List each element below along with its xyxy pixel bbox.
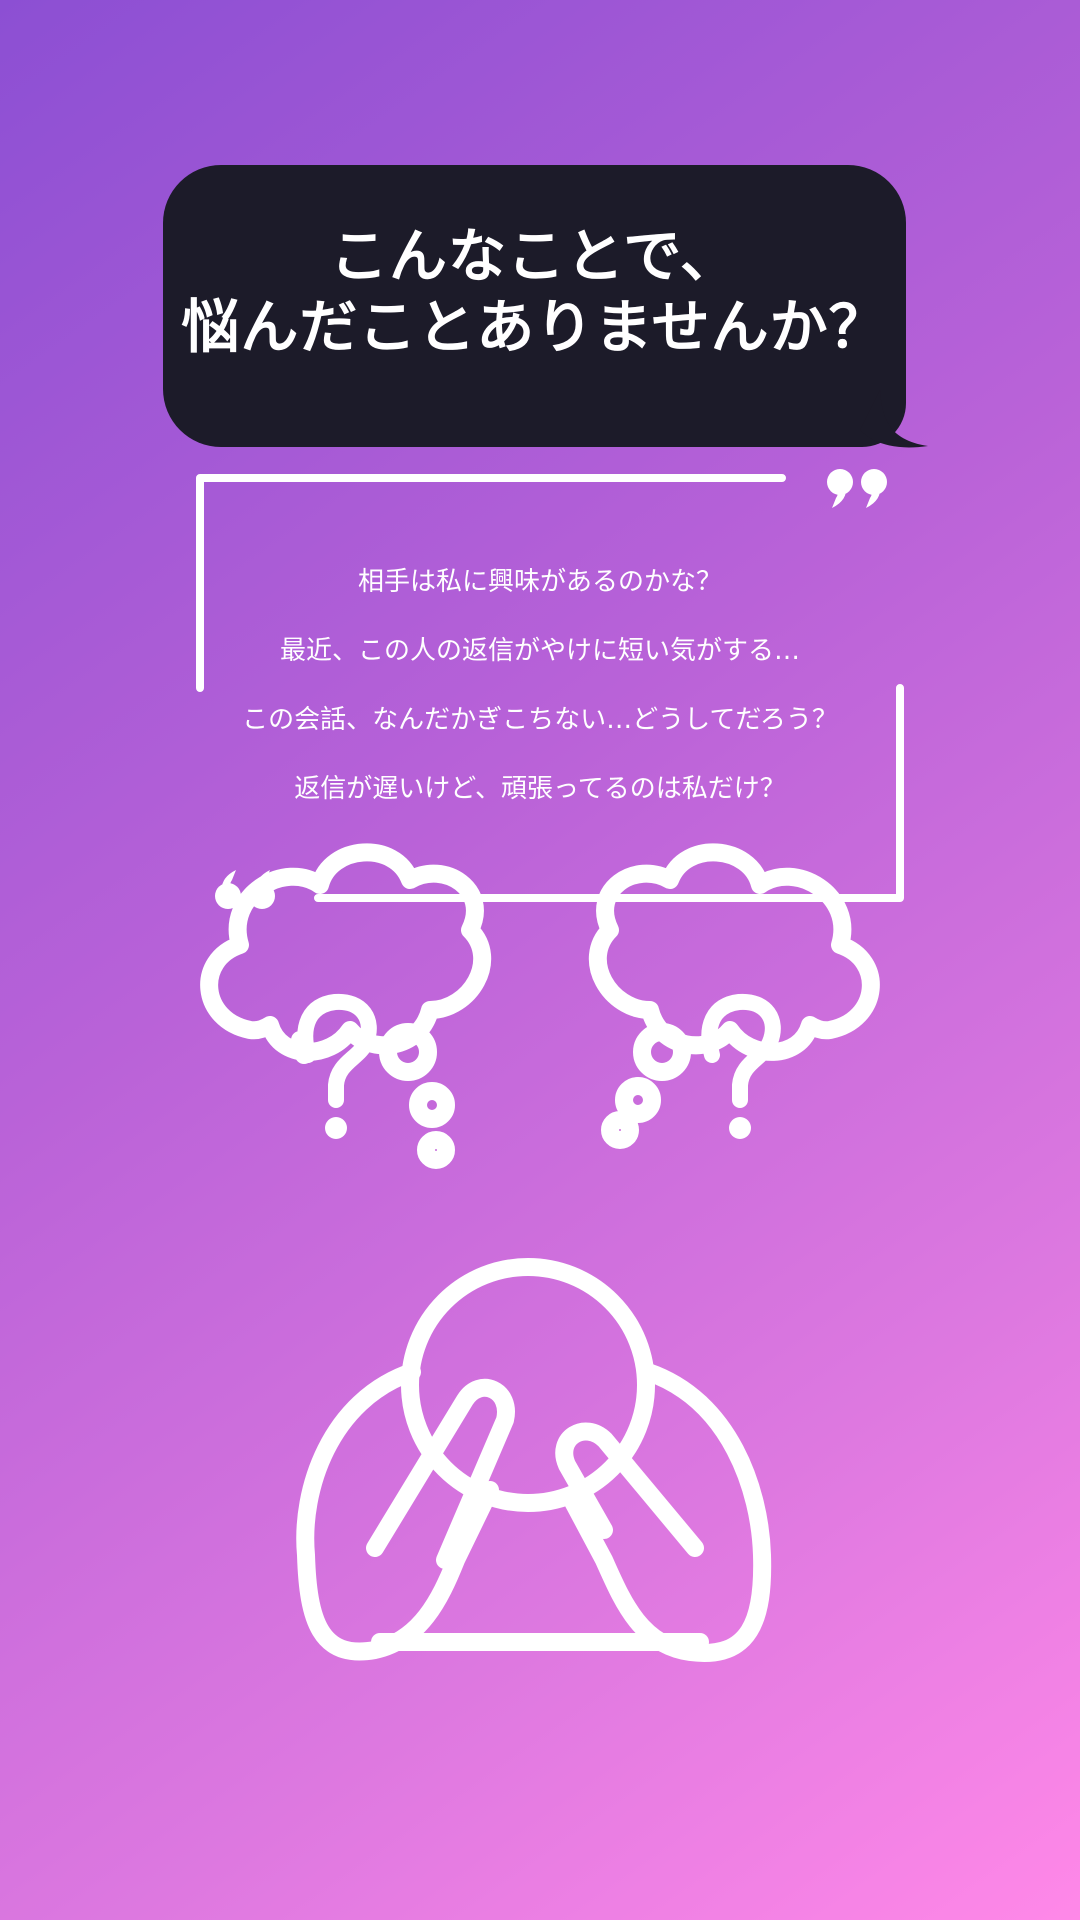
headline-line-1: こんなことで、 <box>330 222 739 291</box>
worry-list: 相手は私に興味があるのかな？ 最近、この人の返信がやけに短い気がする… この会話… <box>180 548 900 824</box>
question-thought-bubble-icon <box>588 843 880 1149</box>
headline-line-2: 悩んだことありませんか？ <box>181 293 888 361</box>
headline-bubble: こんなことで、 悩んだことありませんか？ <box>163 165 906 447</box>
worry-item: この会話、なんだかぎこちない…どうしてだろう？ <box>242 705 838 735</box>
worry-item: 相手は私に興味があるのかな？ <box>357 567 722 597</box>
worry-item: 返信が遅いけど、頑張ってるのは私だけ？ <box>294 774 786 804</box>
question-thought-bubble-icon <box>200 843 492 1169</box>
closing-quote-icon <box>827 469 887 508</box>
worry-item: 最近、この人の返信がやけに短い気がする… <box>279 636 800 666</box>
opening-quote-icon <box>215 870 275 909</box>
